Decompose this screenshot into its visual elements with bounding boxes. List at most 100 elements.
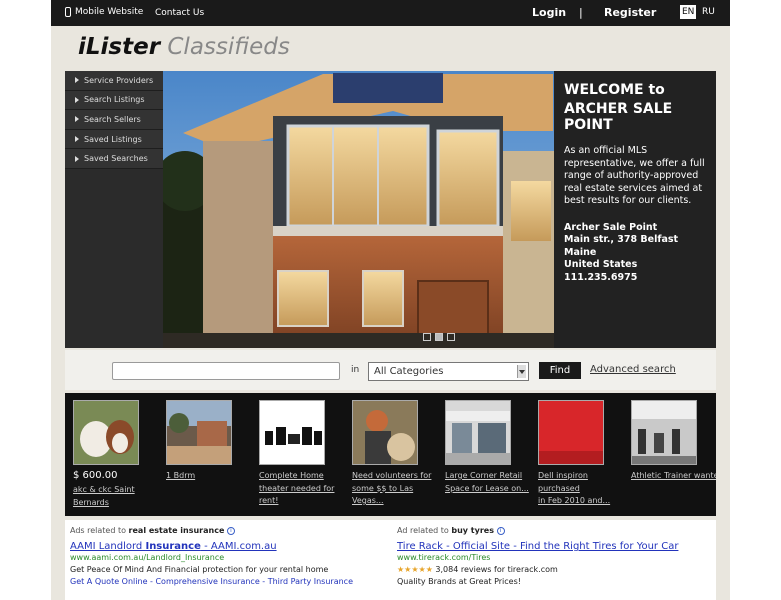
- ad-title-link[interactable]: AAMI Landlord Insurance - AAMI.com.au: [70, 541, 390, 552]
- sidenav-item-label: Saved Listings: [84, 134, 142, 144]
- top-bar: Mobile Website Contact Us Login | Regist…: [51, 0, 730, 26]
- dogs-thumbnail-image: [74, 401, 138, 464]
- in-label: in: [351, 365, 360, 375]
- category-select-value: All Categories: [374, 366, 444, 377]
- ad-real-estate-insurance: Ads related to real estate insurance i A…: [70, 526, 390, 586]
- slider-dot[interactable]: [447, 333, 455, 341]
- chevron-down-icon: [517, 365, 526, 378]
- listing-title[interactable]: Need volunteers for some $$ to Las Vegas…: [352, 470, 436, 508]
- slider-dot[interactable]: [423, 333, 431, 341]
- sidenav-item-label: Service Providers: [84, 75, 154, 85]
- ad-title-part: - AAMI.com.au: [200, 541, 277, 552]
- ad-header: Ad related to buy tyres i: [397, 526, 712, 535]
- sidenav-item-label: Search Listings: [84, 95, 145, 105]
- listing-card[interactable]: Dell inspiron purchased in Feb 2010 and.…: [538, 400, 622, 508]
- login-link[interactable]: Login: [532, 6, 566, 19]
- listing-card[interactable]: Need volunteers for some $$ to Las Vegas…: [352, 400, 436, 508]
- language-ru-button[interactable]: RU: [700, 5, 717, 19]
- ad-header-topic: buy tyres: [451, 526, 494, 535]
- slider-pagination: [423, 333, 455, 341]
- language-en-button[interactable]: EN: [680, 5, 697, 19]
- listing-card[interactable]: Athletic Trainer wanted: [631, 400, 716, 483]
- mobile-website-label: Mobile Website: [75, 7, 144, 17]
- listing-thumbnail[interactable]: [538, 400, 604, 465]
- sidenav-item-saved-listings[interactable]: Saved Listings: [65, 129, 163, 150]
- login-register-separator: |: [579, 6, 583, 19]
- ad-sitelinks[interactable]: Get A Quote Online - Comprehensive Insur…: [70, 577, 390, 586]
- sidenav-item-search-sellers[interactable]: Search Sellers: [65, 110, 163, 130]
- find-button[interactable]: Find: [539, 362, 581, 379]
- search-keyword-input[interactable]: [112, 362, 340, 380]
- side-navigation: Service Providers Search Listings Search…: [65, 71, 163, 348]
- listing-title[interactable]: 1 Bdrm: [166, 470, 250, 483]
- listing-thumbnail[interactable]: [445, 400, 511, 465]
- arrow-right-icon: [75, 136, 79, 143]
- gym-thumbnail-image: [632, 401, 696, 464]
- ad-display-url[interactable]: www.tirerack.com/Tires: [397, 553, 712, 562]
- advanced-search-link[interactable]: Advanced search: [590, 364, 676, 375]
- featured-listings: $ 600.00 akc & ckc Saint Bernards 1 Bdrm…: [65, 393, 716, 516]
- listing-title[interactable]: Athletic Trainer wanted: [631, 470, 716, 483]
- contact-us-link[interactable]: Contact Us: [155, 8, 204, 18]
- listing-thumbnail[interactable]: [259, 400, 325, 465]
- mobile-website-link[interactable]: Mobile Website: [65, 7, 143, 17]
- listing-card[interactable]: 1 Bdrm: [166, 400, 250, 483]
- sidenav-item-saved-searches[interactable]: Saved Searches: [65, 149, 163, 169]
- info-icon[interactable]: i: [226, 526, 235, 535]
- listing-thumbnail[interactable]: [166, 400, 232, 465]
- listing-price: $ 600.00: [73, 470, 118, 481]
- slider-dot-active[interactable]: [435, 333, 443, 341]
- listing-card[interactable]: $ 600.00 akc & ckc Saint Bernards: [73, 400, 157, 509]
- ad-description: Quality Brands at Great Prices!: [397, 577, 521, 586]
- listing-title[interactable]: Large Corner Retail Space for Lease on..…: [445, 470, 529, 495]
- category-select[interactable]: All Categories: [368, 362, 529, 381]
- ad-display-url[interactable]: www.aami.com.au/Landlord_Insurance: [70, 553, 390, 562]
- listing-title[interactable]: Dell inspiron purchased in Feb 2010 and.…: [538, 470, 622, 508]
- hero-house-photo: [163, 71, 554, 348]
- listing-title[interactable]: Complete Home theater needed for rent!: [259, 470, 343, 508]
- ad-rating-text: 3,084 reviews for tirerack.com: [435, 565, 558, 574]
- ad-header: Ads related to real estate insurance i: [70, 526, 390, 535]
- company-name-heading: ARCHER SALE POINT: [564, 101, 673, 133]
- listing-thumbnail[interactable]: [352, 400, 418, 465]
- sidenav-item-label: Saved Searches: [84, 154, 148, 164]
- home-theater-thumbnail-image: [260, 401, 324, 464]
- arrow-right-icon: [75, 96, 79, 103]
- listing-thumbnail[interactable]: [631, 400, 697, 465]
- listing-thumbnail[interactable]: [73, 400, 139, 465]
- ad-title-part: AAMI Landlord: [70, 541, 146, 552]
- sidenav-item-search-listings[interactable]: Search Listings: [65, 90, 163, 111]
- welcome-description: As an official MLS representative, we of…: [564, 145, 705, 206]
- ad-buy-tyres: Ad related to buy tyres i Tire Rack - Of…: [397, 526, 712, 586]
- ad-title-link[interactable]: Tire Rack - Official Site - Find the Rig…: [397, 541, 712, 552]
- arrow-right-icon: [75, 155, 79, 162]
- sidenav-item-service-providers[interactable]: Service Providers: [65, 71, 163, 91]
- arrow-right-icon: [75, 116, 79, 123]
- site-logo[interactable]: iLister Classifieds: [78, 34, 290, 60]
- search-bar: in All Categories Find Advanced search: [65, 350, 716, 390]
- house-illustration: [163, 71, 554, 348]
- register-link[interactable]: Register: [604, 6, 656, 19]
- ad-header-topic: real estate insurance: [128, 526, 225, 535]
- sponsored-ads: Ads related to real estate insurance i A…: [65, 520, 716, 600]
- hero-banner: Service Providers Search Listings Search…: [65, 71, 716, 348]
- sidenav-item-label: Search Sellers: [84, 114, 141, 124]
- ad-header-prefix: Ad related to: [397, 526, 449, 535]
- page: Mobile Website Contact Us Login | Regist…: [51, 0, 730, 600]
- listing-card[interactable]: Complete Home theater needed for rent!: [259, 400, 343, 508]
- listing-title[interactable]: akc & ckc Saint Bernards: [73, 484, 157, 509]
- phone-icon: [65, 7, 71, 17]
- ad-title-keyword: Insurance: [145, 541, 201, 552]
- company-address: Archer Sale Point Main str., 378 Belfast…: [564, 221, 679, 283]
- garden-thumbnail-image: [167, 401, 231, 464]
- welcome-panel: WELCOME to ARCHER SALE POINT As an offic…: [554, 71, 716, 348]
- welcome-heading: WELCOME to: [564, 82, 665, 98]
- retail-space-thumbnail-image: [446, 401, 510, 464]
- ad-description: Get Peace Of Mind And Financial protecti…: [70, 565, 329, 574]
- laptop-thumbnail-image: [539, 401, 603, 464]
- logo-part-ilister: iLister: [78, 34, 161, 60]
- volunteer-thumbnail-image: [353, 401, 417, 464]
- info-icon[interactable]: i: [496, 526, 505, 535]
- ad-header-prefix: Ads related to: [70, 526, 126, 535]
- listing-card[interactable]: Large Corner Retail Space for Lease on..…: [445, 400, 529, 495]
